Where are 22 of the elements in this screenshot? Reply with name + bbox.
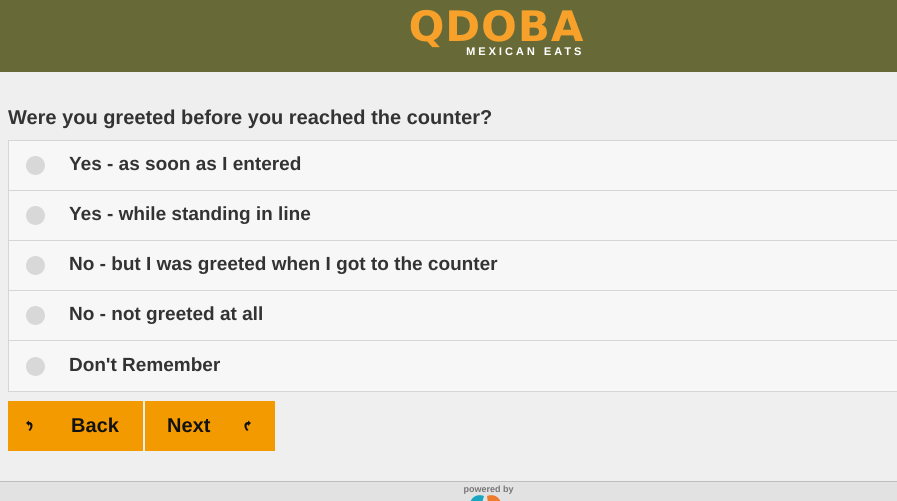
radio-button[interactable] [26, 206, 45, 225]
radio-button[interactable] [26, 306, 45, 325]
next-button[interactable]: Next [145, 401, 275, 451]
answer-option[interactable]: No - not greeted at all [9, 291, 897, 341]
option-label: Yes - while standing in line [69, 203, 311, 228]
answer-option[interactable]: Yes - while standing in line [9, 191, 897, 241]
redo-arrow-icon [243, 420, 252, 432]
answer-option[interactable]: No - but I was greeted when I got to the counter [9, 241, 897, 291]
undo-arrow-icon [25, 420, 34, 432]
option-label: Yes - as soon as I entered [69, 153, 302, 178]
option-label: No - but I was greeted when I got to the counter [69, 253, 498, 278]
answer-option[interactable]: Yes - as soon as I entered [9, 141, 897, 191]
radio-button[interactable] [26, 356, 45, 376]
radio-button[interactable] [26, 256, 45, 275]
logo: QDOBA MEXICAN EATS [408, 1, 584, 60]
option-label: No - not greeted at all [69, 303, 264, 328]
radio-button[interactable] [26, 156, 45, 175]
option-label: Don't Remember [69, 354, 220, 378]
powered-by-text: powered by [463, 484, 514, 495]
answer-option[interactable]: Don't Remember [9, 341, 897, 391]
question-text: Were you greeted before you reached the counter? [7, 106, 494, 130]
back-button[interactable]: Back [8, 401, 143, 451]
